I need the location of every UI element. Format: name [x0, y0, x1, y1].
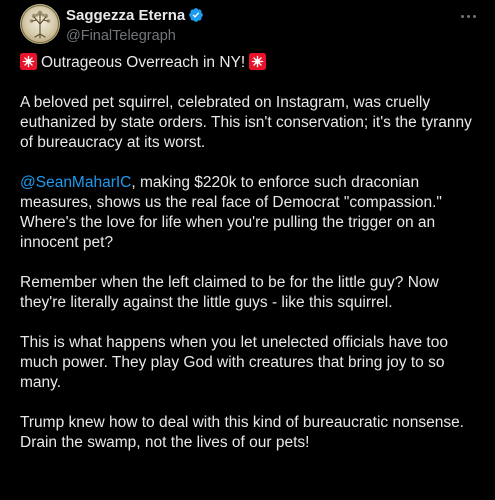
mention-link[interactable]: @SeanMaharIC [20, 174, 131, 191]
more-dot-icon [472, 14, 476, 18]
verified-badge-icon[interactable] [188, 7, 204, 23]
tweet-card: Saggezza Eterna @FinalTelegraph Outrageo… [0, 0, 495, 500]
tweet-paragraph-5: Trump knew how to deal with this kind of… [20, 414, 464, 451]
tweet-paragraph-2: @SeanMaharIC, making $220k to enforce su… [20, 173, 482, 253]
author-handle[interactable]: @FinalTelegraph [66, 28, 366, 44]
more-dot-icon [460, 14, 464, 18]
tweet-paragraph-1: A beloved pet squirrel, celebrated on In… [20, 94, 472, 151]
siren-icon [20, 53, 37, 70]
more-dot-icon [466, 14, 470, 18]
tweet-header: Saggezza Eterna @FinalTelegraph [20, 4, 480, 44]
display-name-row: Saggezza Eterna [66, 6, 366, 24]
tweet-paragraph-3: Remember when the left claimed to be for… [20, 274, 439, 311]
author-names: Saggezza Eterna @FinalTelegraph [66, 6, 366, 44]
display-name[interactable]: Saggezza Eterna [66, 7, 185, 24]
tweet-headline: Outrageous Overreach in NY! [20, 53, 482, 73]
siren-icon [249, 53, 267, 70]
tweet-text: Outrageous Overreach in NY! A beloved pe… [20, 53, 482, 473]
avatar[interactable] [20, 4, 60, 44]
more-options-button[interactable] [456, 6, 480, 26]
headline-text: Outrageous Overreach in NY! [41, 54, 246, 71]
tweet-paragraph-4: This is what happens when you let unelec… [20, 334, 448, 391]
tree-of-life-logo-icon [21, 5, 59, 43]
